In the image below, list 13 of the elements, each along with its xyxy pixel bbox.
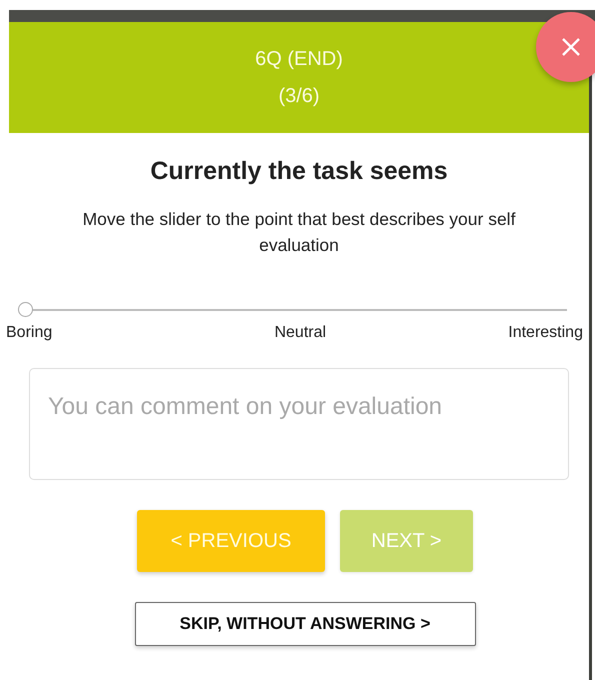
previous-button[interactable]: < PREVIOUS: [137, 510, 325, 572]
comment-field[interactable]: You can comment on your evaluation: [29, 368, 569, 480]
dialog-title: 6Q (END): [255, 48, 343, 70]
scale-label: Neutral: [274, 324, 326, 342]
instruction-text: Move the slider to the point that best describes your self evaluation: [82, 208, 516, 257]
slider[interactable]: [18, 302, 567, 318]
question-title: Currently the task seems: [150, 157, 448, 186]
scale-label: Boring: [6, 324, 52, 342]
scale-label: Interesting: [508, 324, 583, 342]
progress-counter: (3/6): [278, 84, 320, 108]
close-icon: [561, 37, 581, 57]
slider-thumb[interactable]: [18, 302, 33, 317]
skip-button[interactable]: SKIP, WITHOUT ANSWERING >: [134, 602, 476, 646]
